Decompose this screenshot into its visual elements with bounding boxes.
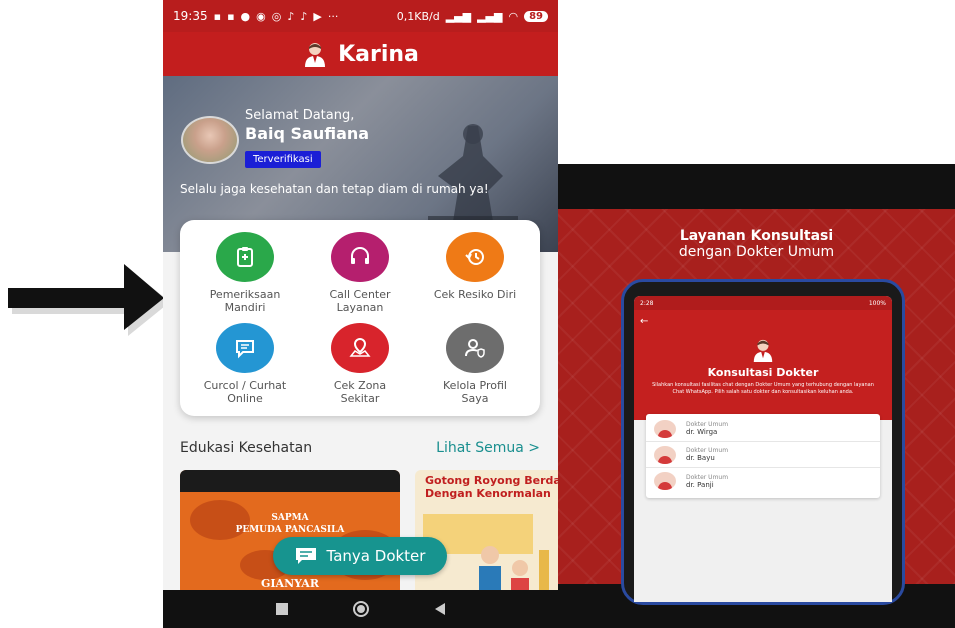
menu-label: Kelola Profil [443,379,507,392]
menu-label: Layanan [336,301,384,314]
message-icon: ▪ [227,9,235,23]
status-time: 19:35 [173,9,208,23]
doctor-role: Dokter Umum [686,447,729,454]
consultation-promo: Layanan Konsultasi dengan Dokter Umum 2:… [558,164,955,628]
battery-indicator: 89 [524,10,548,22]
menu-item-call-center[interactable]: Call Center Layanan [305,232,415,314]
app-bar: Karina [163,32,558,76]
card-text: SAPMA [271,513,309,523]
card-text: GIANYAR [261,577,319,590]
menu-label: Pemeriksaan [209,288,281,301]
menu-item-cek-resiko-diri[interactable]: Cek Resiko Diri [420,232,530,301]
doctor-name: dr. Panji [686,480,714,489]
history-icon [446,232,504,282]
inner-status-time: 2:28 [640,299,654,307]
menu-label: Cek Zona [333,379,387,392]
wifi-icon: ◉ [256,9,266,23]
tagline-text: Selalu jaga kesehatan dan tetap diam di … [180,182,489,196]
back-arrow-icon[interactable]: ← [640,316,648,327]
doctor-name: dr. Bayu [686,454,715,462]
signal-icon: ▂▄▆ [445,9,472,23]
menu-label: Call Center [329,288,391,301]
menu-label: Curcol / Curhat [203,379,287,392]
ask-doctor-label: Tanya Dokter [326,547,426,565]
chat-icon [216,323,274,373]
menu-item-kelola-profil[interactable]: Kelola Profil Saya [420,323,530,405]
menu-item-curcol-online[interactable]: Curcol / Curhat Online [190,323,300,405]
system-nav-bar [163,590,558,628]
device-screen: 2:28 100% ← Konsultasi Dokter Silahkan k… [634,296,892,602]
inner-title: Konsultasi Dokter [707,366,819,379]
menu-label: Cek Resiko Diri [433,288,517,301]
phone-home-screen: 19:35 ▪ ▪ ● ◉ ◎ ♪ ♪ ▶ ··· 0,1KB/d ▂▄▆ ▂▄… [163,0,558,628]
doctor-list-item[interactable]: Dokter Umum dr. Bayu [646,442,880,468]
notification-icons: ▪ ▪ ● ◉ ◎ ♪ ♪ ▶ ··· [214,10,339,23]
menu-label: Sekitar [340,392,380,405]
shield-icon: ● [240,9,251,23]
chat-icon [295,548,316,564]
status-bar: 19:35 ▪ ▪ ● ◉ ◎ ♪ ♪ ▶ ··· 0,1KB/d ▂▄▆ ▂▄… [163,0,558,32]
doctor-list-item[interactable]: Dokter Umum dr. Wirga [646,416,880,442]
card-text: PEMUDA PANCASILA [235,525,345,535]
signal-icon: ▂▄▆ [477,9,503,23]
menu-label: Mandiri [224,301,266,314]
doctor-list-item[interactable]: Dokter Umum dr. Panji [646,468,880,494]
menu-item-pemeriksaan-mandiri[interactable]: Pemeriksaan Mandiri [190,232,300,314]
inner-status-battery: 100% [868,299,886,307]
promo-subtitle: dengan Dokter Umum [678,244,835,260]
recent-apps-icon[interactable] [275,602,289,616]
device-frame: 2:28 100% ← Konsultasi Dokter Silahkan k… [621,279,905,605]
whatsapp-icon: ◎ [271,9,282,23]
inner-header [634,310,892,420]
more-icon: ··· [327,9,339,23]
see-all-link[interactable]: Lihat Semua > [436,440,540,456]
app-title: Karina [338,41,419,67]
doctor-avatar [654,445,676,464]
ask-doctor-button[interactable]: Tanya Dokter [273,537,447,575]
tiktok-icon: ♪ [287,9,295,23]
card-text: Gotong Royong Berda [425,474,558,487]
right-arrow-icon [8,264,170,336]
education-section-title: Edukasi Kesehatan [180,440,313,456]
menu-label: Online [227,392,263,405]
doctor-avatar [654,419,676,438]
doctor-logo-icon [753,339,773,362]
card-text: Dengan Kenormalan [425,487,551,500]
inner-status-bar: 2:28 100% [634,296,892,310]
network-speed: 0,1KB/d [396,9,440,23]
tiktok-icon: ♪ [300,9,308,23]
message-icon: ▪ [213,9,222,23]
home-icon[interactable] [352,600,370,618]
inner-description: Silahkan konsultasi fasilitas chat denga… [652,382,874,395]
promo-title: Layanan Konsultasi [679,228,834,244]
menu-label: Saya [461,392,489,405]
wifi-icon: ◠ [508,9,519,23]
verified-badge: Terverifikasi [245,151,321,168]
doctor-role: Dokter Umum [686,473,729,481]
doctor-name: dr. Wirga [686,428,718,436]
doctor-avatar [654,472,676,490]
menu-item-cek-zona-sekitar[interactable]: Cek Zona Sekitar [305,323,415,405]
doctor-list: Dokter Umum dr. Wirga Dokter Umum dr. Bayu… [646,414,880,498]
doctor-role: Dokter Umum [686,421,729,428]
menu-card: Pemeriksaan Mandiri Call Center Layanan Ce… [180,220,540,416]
education-card[interactable]: Gotong Royong Berda Dengan Kenormalan [415,470,558,600]
avatar[interactable] [181,116,239,164]
back-icon[interactable] [433,602,447,616]
user-name: Baiq Saufiana [245,124,370,143]
map-icon [331,323,389,373]
user-shield-icon [446,323,504,373]
headset-icon [331,232,389,282]
education-card[interactable]: SAPMA PEMUDA PANCASILA GIANYAR [180,470,400,600]
youtube-icon: ▶ [313,9,322,23]
clipboard-icon [216,232,274,282]
doctor-logo-icon [305,43,326,67]
greeting-text: Selamat Datang, [245,108,355,123]
